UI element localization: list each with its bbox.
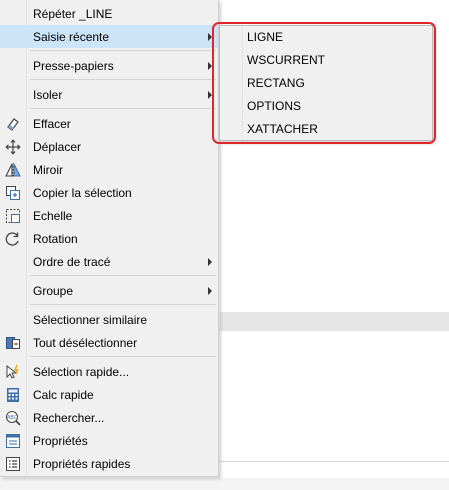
recent-input-label: OPTIONS [247, 99, 302, 113]
menu-item-label: Calc rapide [33, 387, 94, 402]
menu-item-recent-input[interactable]: Saisie récente [0, 25, 218, 48]
submenu-arrow-icon [208, 62, 212, 70]
menu-item-label: Propriétés [33, 433, 88, 448]
menu-separator [30, 79, 216, 80]
menu-separator [30, 304, 216, 305]
move-icon [4, 138, 21, 155]
recent-input-item[interactable]: RECTANG [220, 72, 432, 95]
menu-item-copy-selection[interactable]: Copier la sélection [0, 181, 218, 204]
menu-item-label: Propriétés rapides [33, 456, 131, 471]
menu-item-erase[interactable]: Effacer [0, 112, 218, 135]
menu-item-label: Rotation [33, 231, 78, 246]
recent-input-item[interactable]: WSCURRENT [220, 49, 432, 72]
quick-select-icon [4, 363, 21, 380]
menu-item-clipboard[interactable]: Presse-papiers [0, 54, 218, 77]
menu-separator [30, 50, 216, 51]
recent-input-label: WSCURRENT [247, 53, 325, 67]
submenu-arrow-icon [208, 258, 212, 266]
menu-item-label: Sélectionner similaire [33, 312, 148, 327]
menu-item-quick-properties[interactable]: Propriétés rapides [0, 452, 218, 475]
menu-item-label: Isoler [33, 87, 63, 102]
menu-item-repeat-line[interactable]: Répéter _LINE [0, 2, 218, 25]
menu-item-label: Sélection rapide... [33, 364, 130, 379]
menu-item-label: Miroir [33, 162, 63, 177]
menu-item-move[interactable]: Déplacer [0, 135, 218, 158]
menu-separator [30, 356, 216, 357]
menu-item-quick-select[interactable]: Sélection rapide... [0, 360, 218, 383]
submenu-arrow-icon [208, 287, 212, 295]
menu-item-label: Déplacer [33, 139, 82, 154]
menu-item-label: Rechercher... [33, 410, 105, 425]
recent-input-item[interactable]: LIGNE [220, 26, 432, 49]
menu-item-draw-order[interactable]: Ordre de tracé [0, 250, 218, 273]
background-toolbar-strip [220, 312, 449, 331]
find-icon: ABC [4, 409, 21, 426]
recent-input-item[interactable]: OPTIONS [220, 95, 432, 118]
calculator-icon [4, 386, 21, 403]
copy-selection-icon [4, 184, 21, 201]
menu-item-label: Presse-papiers [33, 58, 114, 73]
menu-item-select-similar[interactable]: Sélectionner similaire [0, 308, 218, 331]
submenu-arrow-icon [208, 91, 212, 99]
app-canvas: Répéter _LINE Saisie récente Presse-papi… [0, 0, 449, 490]
menu-item-scale[interactable]: Echelle [0, 204, 218, 227]
background-divider [220, 461, 449, 462]
menu-item-label: Saisie récente [33, 29, 110, 44]
quick-properties-icon [4, 455, 21, 472]
context-menu: Répéter _LINE Saisie récente Presse-papi… [0, 0, 219, 477]
recent-input-label: LIGNE [247, 30, 284, 44]
menu-item-label: Effacer [33, 116, 71, 131]
recent-input-item[interactable]: XATTACHER [220, 118, 432, 141]
eraser-icon [4, 115, 21, 132]
menu-item-label: Répéter _LINE [33, 6, 113, 21]
svg-text:ABC: ABC [6, 415, 17, 421]
rotate-icon [4, 230, 21, 247]
menu-item-deselect-all[interactable]: Tout désélectionner [0, 331, 218, 354]
menu-item-find[interactable]: ABC Rechercher... [0, 406, 218, 429]
menu-item-mirror[interactable]: Miroir [0, 158, 218, 181]
recent-input-submenu: LIGNE WSCURRENT RECTANG OPTIONS XATTACHE… [219, 25, 433, 141]
mirror-icon [4, 161, 21, 178]
menu-separator [30, 275, 216, 276]
menu-item-isolate[interactable]: Isoler [0, 83, 218, 106]
menu-item-label: Ordre de tracé [33, 254, 111, 269]
menu-item-label: Groupe [33, 283, 74, 298]
menu-item-quick-calc[interactable]: Calc rapide [0, 383, 218, 406]
recent-input-label: XATTACHER [247, 122, 318, 136]
submenu-arrow-icon [208, 33, 212, 41]
menu-item-properties[interactable]: Propriétés [0, 429, 218, 452]
menu-item-group[interactable]: Groupe [0, 279, 218, 302]
properties-icon [4, 432, 21, 449]
deselect-all-icon [4, 334, 21, 351]
menu-item-rotate[interactable]: Rotation [0, 227, 218, 250]
scale-icon [4, 207, 21, 224]
menu-separator [30, 108, 216, 109]
menu-item-label: Echelle [33, 208, 73, 223]
background-status-area [0, 478, 449, 490]
menu-item-label: Copier la sélection [33, 185, 132, 200]
menu-item-label: Tout désélectionner [33, 335, 138, 350]
recent-input-label: RECTANG [247, 76, 305, 90]
